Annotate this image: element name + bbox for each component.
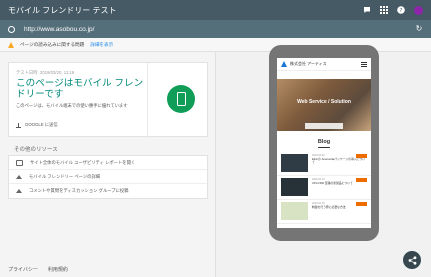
upload-icon xyxy=(16,122,21,128)
hero-title: Web Service / Solution xyxy=(297,99,351,105)
site-logo-icon xyxy=(281,61,287,67)
graduation-cap-icon xyxy=(16,189,22,193)
result-headline: このページはモバイル フレンドリーです xyxy=(16,78,144,100)
smartphone-icon xyxy=(176,92,186,106)
chat-icon xyxy=(16,159,23,166)
warning-text: ページの読み込みに関する問題 xyxy=(20,41,85,47)
page-preview-screen[interactable]: 株式会社 アーティス Web Service / Solution Blog 2… xyxy=(277,58,371,228)
reload-icon[interactable]: ↻ xyxy=(415,25,423,33)
blog-heading: Blog xyxy=(317,139,331,145)
share-icon xyxy=(408,255,416,265)
svg-text:?: ? xyxy=(400,8,403,14)
footer-links: プライバシー 利用規約 xyxy=(8,266,68,273)
result-card: テスト日時: 2019/03/20, 11:19 このページはモバイル フレンド… xyxy=(8,62,208,138)
resources-title: その他のリソース xyxy=(14,147,58,153)
post-title: UPLC300 型番の新製品について xyxy=(312,181,353,185)
site-tagline xyxy=(277,71,371,79)
submit-to-google-button[interactable]: GOOGLE に送信 xyxy=(16,122,58,128)
hamburger-menu-icon xyxy=(361,61,367,67)
share-button[interactable] xyxy=(403,251,421,269)
resource-item-label: コメントや質問をディスカッション グループに投稿 xyxy=(29,188,129,193)
resource-item-label: サイト全体のモバイル ユーザビリティ レポートを開く xyxy=(30,159,136,165)
phone-frame: 株式会社 アーティス Web Service / Solution Blog 2… xyxy=(269,45,379,241)
blog-heading-underline xyxy=(318,147,330,148)
resource-item[interactable]: コメントや質問をディスカッション グループに投稿 xyxy=(9,184,207,198)
blog-post: 2019.03.18 制御を行う際に必要な方法 xyxy=(277,200,371,224)
resource-item-label: モバイル フレンドリー ページの詳細 xyxy=(29,173,101,179)
blog-post: 2019.03.20 Elixirの Anacondaパッケージの導入について xyxy=(277,152,371,176)
apps-grid-icon[interactable] xyxy=(380,6,388,14)
app-title: モバイル フレンドリー テスト xyxy=(8,5,117,15)
post-thumbnail xyxy=(281,154,308,172)
post-title: Elixirの Anacondaパッケージの導入について xyxy=(312,157,365,165)
account-avatar[interactable] xyxy=(414,5,423,15)
hero-banner: Web Service / Solution xyxy=(277,79,371,131)
post-thumbnail xyxy=(281,178,308,196)
preview-panel: 株式会社 アーティス Web Service / Solution Blog 2… xyxy=(217,45,431,277)
blog-post: 2019.03.19 UPLC300 型番の新製品について xyxy=(277,176,371,200)
submit-to-google-label: GOOGLE に送信 xyxy=(25,122,58,127)
card-divider xyxy=(147,63,148,138)
post-category-badge xyxy=(356,202,367,206)
post-category-badge xyxy=(356,154,367,158)
url-input[interactable]: http://www.asobou.co.jp/ xyxy=(24,26,415,33)
privacy-link[interactable]: プライバシー xyxy=(8,266,38,273)
mobile-friendly-badge xyxy=(167,85,195,113)
url-bar: http://www.asobou.co.jp/ ↻ xyxy=(0,20,431,38)
resources-list: サイト全体のモバイル ユーザビリティ レポートを開く モバイル フレンドリー ペ… xyxy=(8,155,208,199)
post-title: 制御を行う際に必要な方法 xyxy=(312,205,346,209)
resource-item[interactable]: モバイル フレンドリー ページの詳細 xyxy=(9,170,207,184)
terms-link[interactable]: 利用規約 xyxy=(48,266,68,273)
graduation-cap-icon xyxy=(16,174,22,179)
help-icon[interactable]: ? xyxy=(397,6,405,14)
results-panel: テスト日時: 2019/03/20, 11:19 このページはモバイル フレンド… xyxy=(0,52,216,277)
hero-button xyxy=(305,123,343,129)
result-description: このページは、モバイル端末での使い勝手に優れています xyxy=(16,103,128,108)
feedback-icon[interactable] xyxy=(363,6,371,14)
post-thumbnail xyxy=(281,202,308,220)
post-category-badge xyxy=(356,178,367,182)
site-name: 株式会社 アーティス xyxy=(290,61,327,66)
globe-icon xyxy=(8,25,15,33)
result-card-text: テスト日時: 2019/03/20, 11:19 このページはモバイル フレンド… xyxy=(9,63,147,138)
warning-details-link[interactable]: 詳細を表示 xyxy=(90,42,113,48)
test-date: テスト日時: 2019/03/20, 11:19 xyxy=(16,70,75,75)
site-header: 株式会社 アーティス xyxy=(277,58,371,71)
resource-item[interactable]: サイト全体のモバイル ユーザビリティ レポートを開く xyxy=(9,156,207,170)
app-title-bar: モバイル フレンドリー テスト ? xyxy=(0,0,431,20)
warning-icon xyxy=(8,41,14,48)
